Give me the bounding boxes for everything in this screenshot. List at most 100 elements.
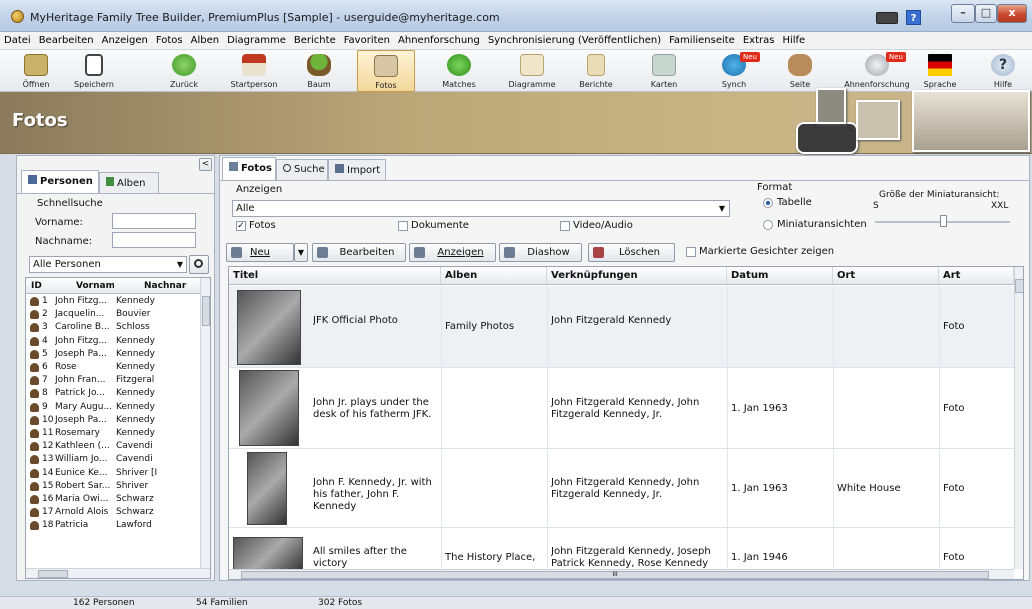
toolbar-startperson-button[interactable]: Startperson xyxy=(222,50,286,92)
toolbar-familysite-button[interactable]: Seite xyxy=(768,50,832,92)
table-row[interactable]: 14 Eunice Ke... Shriver [I xyxy=(26,467,200,480)
table-row[interactable]: 18 Patricia Lawford xyxy=(26,519,200,532)
person-filter-select[interactable]: Alle Personen ▼ xyxy=(29,256,187,273)
scroll-thumb[interactable] xyxy=(38,570,68,578)
table-row[interactable]: 8 Patrick Jo... Kennedy xyxy=(26,387,200,400)
table-row[interactable]: John F. Kennedy, Jr. with his father, Jo… xyxy=(229,449,1014,528)
edit-button[interactable]: Bearbeiten xyxy=(312,243,406,262)
dokumente-checkbox[interactable] xyxy=(398,221,408,231)
menu-diagramme[interactable]: Diagramme xyxy=(223,32,290,50)
toolbar-save-button[interactable]: Speichern xyxy=(62,50,126,92)
menu-alben[interactable]: Alben xyxy=(187,32,223,50)
table-row[interactable]: 11 Rosemary Kennedy xyxy=(26,427,200,440)
anzeigen-select[interactable]: Alle ▼ xyxy=(232,200,730,217)
fotos-checkbox[interactable]: ✓ xyxy=(236,221,246,231)
menu-fotos[interactable]: Fotos xyxy=(152,32,187,50)
toolbar-tree-button[interactable]: Baum xyxy=(287,50,351,92)
table-row[interactable]: 17 Arnold Alois Schwarz xyxy=(26,506,200,519)
col-titel[interactable]: Titel xyxy=(229,267,441,285)
tab-fotos[interactable]: Fotos xyxy=(222,157,276,180)
col-datum[interactable]: Datum xyxy=(727,267,833,285)
col-alben[interactable]: Alben xyxy=(441,267,547,285)
tab-alben[interactable]: Alben xyxy=(99,172,159,193)
table-row[interactable]: 9 Mary Augu... Kennedy xyxy=(26,401,200,414)
table-row[interactable]: 2 Jacquelin... Bouvier xyxy=(26,308,200,321)
col-verknuepfungen[interactable]: Verknüpfungen xyxy=(547,267,727,285)
keyboard-icon[interactable] xyxy=(876,12,898,24)
tabelle-radio[interactable] xyxy=(763,198,773,208)
toolbar-maps-button[interactable]: Karten xyxy=(632,50,696,92)
col-nachname[interactable]: Nachnar xyxy=(114,278,200,294)
minimize-button[interactable]: – xyxy=(951,4,975,23)
toolbar-research-button[interactable]: Neu Ahnenforschung xyxy=(842,50,912,92)
tab-personen[interactable]: Personen xyxy=(21,170,99,193)
menu-synchronisierung[interactable]: Synchronisierung (Veröffentlichen) xyxy=(484,32,665,50)
portrait-photo xyxy=(816,88,846,124)
show-faces-checkbox[interactable] xyxy=(686,247,696,257)
toolbar-help-button[interactable]: ? Hilfe xyxy=(976,50,1030,92)
search-button[interactable] xyxy=(189,255,209,274)
new-dropdown-button[interactable]: ▼ xyxy=(294,243,308,262)
horizontal-scrollbar[interactable]: III xyxy=(229,569,1014,579)
table-row[interactable]: 4 John Fitzg... Kennedy xyxy=(26,335,200,348)
scroll-thumb[interactable] xyxy=(1015,279,1023,293)
table-row[interactable]: 6 Rose Kennedy xyxy=(26,361,200,374)
horizontal-scrollbar[interactable] xyxy=(26,568,210,578)
col-ort[interactable]: Ort xyxy=(833,267,939,285)
video-checkbox[interactable] xyxy=(560,221,570,231)
photo-thumbnail[interactable] xyxy=(233,537,303,573)
col-art[interactable]: Art xyxy=(939,267,1014,285)
firstname-input[interactable] xyxy=(112,213,196,229)
view-button[interactable]: Anzeigen xyxy=(409,243,496,262)
table-row[interactable]: 10 Joseph Pa... Kennedy xyxy=(26,414,200,427)
toolbar-photos-button[interactable]: Fotos xyxy=(357,50,415,92)
table-row[interactable]: John Jr. plays under the desk of his fat… xyxy=(229,368,1014,449)
table-row[interactable]: 15 Robert Sar... Shriver xyxy=(26,480,200,493)
miniatur-radio[interactable] xyxy=(763,220,773,230)
table-row[interactable]: 1 John Fitzg... Kennedy xyxy=(26,295,200,308)
menu-ahnenforschung[interactable]: Ahnenforschung xyxy=(394,32,484,50)
delete-button[interactable]: Löschen xyxy=(588,243,675,262)
maximize-button[interactable]: □ xyxy=(975,4,997,23)
help-icon[interactable]: ? xyxy=(906,10,921,25)
table-row[interactable]: 16 Maria Owi... Schwarz xyxy=(26,493,200,506)
table-row[interactable]: 13 William Jo... Cavendi xyxy=(26,453,200,466)
vertical-scrollbar[interactable] xyxy=(1014,267,1023,569)
lastname-input[interactable] xyxy=(112,232,196,248)
toolbar-matches-button[interactable]: Matches xyxy=(427,50,491,92)
menu-favoriten[interactable]: Favoriten xyxy=(340,32,394,50)
tab-suche[interactable]: Suche xyxy=(276,159,328,180)
toolbar-charts-button[interactable]: Diagramme xyxy=(500,50,564,92)
slider-thumb[interactable] xyxy=(939,215,947,227)
menu-anzeigen[interactable]: Anzeigen xyxy=(98,32,152,50)
scroll-thumb[interactable] xyxy=(202,296,210,326)
collapse-panel-button[interactable]: < xyxy=(199,158,212,171)
new-button[interactable]: Neu xyxy=(226,243,294,262)
table-row[interactable]: 12 Kathleen (... Cavendi xyxy=(26,440,200,453)
menu-datei[interactable]: Datei xyxy=(0,32,35,50)
toolbar-language-button[interactable]: Sprache xyxy=(908,50,972,92)
menu-extras[interactable]: Extras xyxy=(739,32,779,50)
toolbar-back-button[interactable]: Zurück xyxy=(152,50,216,92)
toolbar-sync-button[interactable]: Neu Synch xyxy=(702,50,766,92)
table-row[interactable]: 5 Joseph Pa... Kennedy xyxy=(26,348,200,361)
table-row[interactable]: JFK Official Photo Family Photos John Fitz… xyxy=(229,286,1014,368)
close-button[interactable]: x xyxy=(997,4,1027,23)
menu-hilfe[interactable]: Hilfe xyxy=(778,32,809,50)
col-vorname[interactable]: Vorname xyxy=(50,278,121,294)
tab-import[interactable]: Import xyxy=(328,159,386,180)
scroll-thumb[interactable]: III xyxy=(241,571,989,579)
photo-thumbnail[interactable] xyxy=(239,370,299,446)
toolbar-reports-button[interactable]: Berichte xyxy=(564,50,628,92)
slideshow-button[interactable]: Diashow xyxy=(499,243,582,262)
menu-bearbeiten[interactable]: Bearbeiten xyxy=(35,32,98,50)
vertical-scrollbar[interactable] xyxy=(200,278,210,568)
table-row[interactable]: 3 Caroline B... Schloss xyxy=(26,321,200,334)
menu-berichte[interactable]: Berichte xyxy=(290,32,340,50)
menu-familienseite[interactable]: Familienseite xyxy=(665,32,739,50)
photo-thumbnail[interactable] xyxy=(237,290,301,365)
col-id[interactable]: ID xyxy=(26,278,50,294)
table-row[interactable]: 7 John Fran... Fitzgeral xyxy=(26,374,200,387)
photo-thumbnail[interactable] xyxy=(247,452,287,525)
toolbar-open-button[interactable]: Öffnen xyxy=(4,50,68,92)
